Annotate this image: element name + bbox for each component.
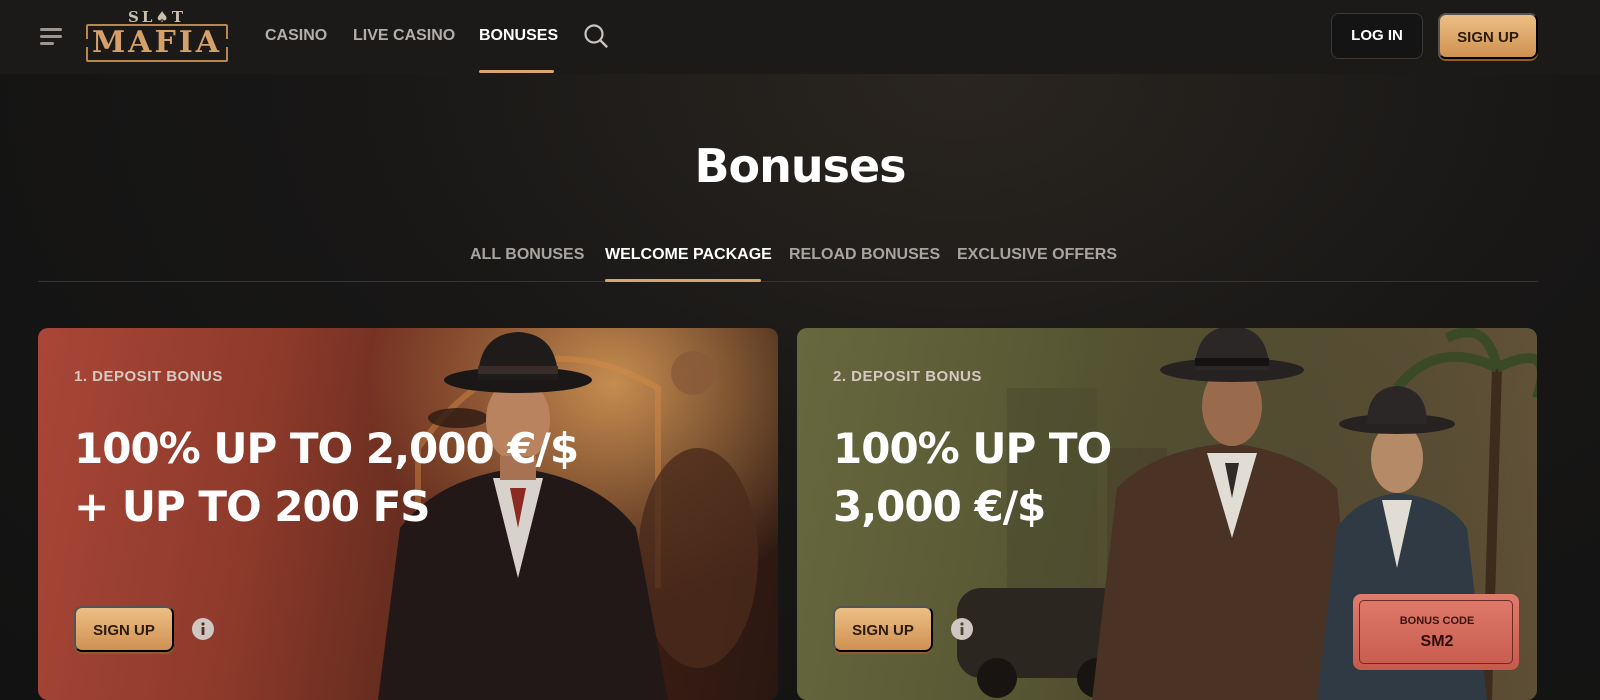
- headline-line-1: 100% UP TO: [833, 424, 1112, 473]
- bonus-tabs: ALL BONUSES WELCOME PACKAGE RELOAD BONUS…: [38, 240, 1538, 282]
- top-navigation-bar: SL♠T MAFIA CASINO LIVE CASINO BONUSES LO…: [0, 0, 1600, 74]
- info-icon[interactable]: [951, 618, 973, 640]
- hamburger-menu-icon[interactable]: [36, 22, 68, 50]
- headline-line-2: + UP TO 200 FS: [74, 482, 431, 531]
- page-title: Bonuses: [694, 139, 906, 193]
- tab-exclusive-offers[interactable]: EXCLUSIVE OFFERS: [957, 246, 1117, 264]
- tab-reload-bonuses[interactable]: RELOAD BONUSES: [789, 246, 940, 264]
- info-icon[interactable]: [192, 618, 214, 640]
- tab-welcome-package[interactable]: WELCOME PACKAGE: [605, 246, 772, 264]
- logo-main-text: MAFIA: [91, 25, 223, 60]
- bonus-code-label: BONUS CODE: [1399, 615, 1475, 627]
- tab-active-indicator: [605, 279, 761, 282]
- signup-button[interactable]: SIGN UP: [1438, 13, 1538, 59]
- nav-bonuses[interactable]: BONUSES: [479, 27, 558, 45]
- card-signup-button[interactable]: SIGN UP: [833, 606, 933, 652]
- card-headline: 100% UP TO 2,000 €/$ + UP TO 200 FS: [74, 420, 594, 536]
- login-button[interactable]: LOG IN: [1331, 13, 1423, 59]
- card-headline: 100% UP TO 3,000 €/$: [833, 420, 1153, 536]
- bonus-code-value: SM2: [1420, 633, 1454, 650]
- card-label: 1. DEPOSIT BONUS: [74, 368, 223, 385]
- headline-line-2: 3,000 €/$: [833, 482, 1046, 531]
- nav-active-indicator: [479, 70, 554, 73]
- slot-mafia-logo[interactable]: SL♠T MAFIA: [82, 8, 232, 66]
- card-label: 2. DEPOSIT BONUS: [833, 368, 982, 385]
- bonus-card-2: 2. DEPOSIT BONUS 100% UP TO 3,000 €/$ SI…: [797, 328, 1537, 700]
- nav-live-casino[interactable]: LIVE CASINO: [353, 27, 455, 45]
- tab-all-bonuses[interactable]: ALL BONUSES: [470, 246, 584, 264]
- bonus-code-frame: BONUS CODE SM2: [1359, 600, 1513, 664]
- headline-line-1: 100% UP TO 2,000 €/$: [74, 424, 579, 473]
- bonus-card-1: 1. DEPOSIT BONUS 100% UP TO 2,000 €/$ + …: [38, 328, 778, 700]
- nav-casino[interactable]: CASINO: [265, 27, 327, 45]
- search-icon[interactable]: [583, 23, 609, 49]
- bonus-code-badge[interactable]: BONUS CODE SM2: [1353, 594, 1519, 670]
- card-signup-button[interactable]: SIGN UP: [74, 606, 174, 652]
